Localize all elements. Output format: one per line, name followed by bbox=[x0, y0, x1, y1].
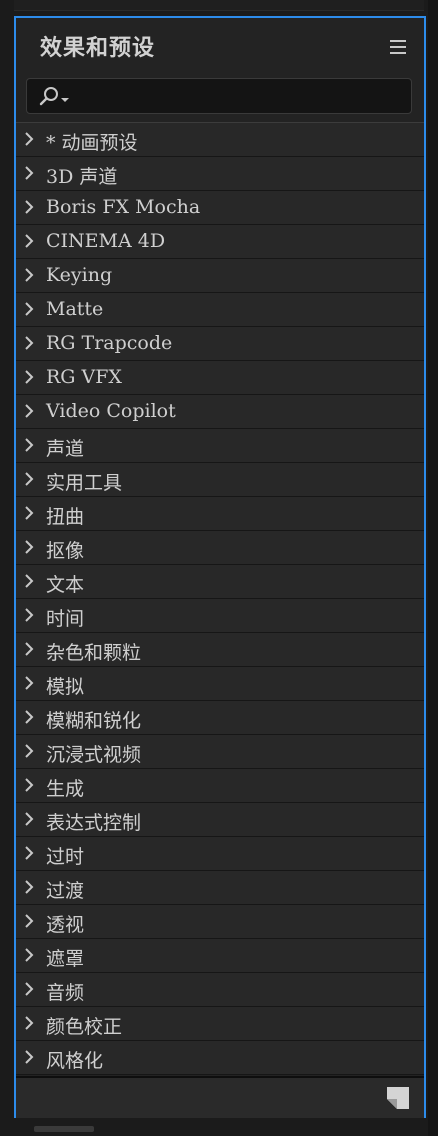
chevron-right-icon[interactable] bbox=[24, 676, 34, 690]
chevron-right-icon[interactable] bbox=[24, 302, 34, 316]
chevron-right-icon[interactable] bbox=[24, 948, 34, 962]
item-label: 扭曲 bbox=[46, 506, 85, 528]
effects-presets-panel: 效果和预设 * 动画预设 3D 声道 Boris FX Mocha CINEMA 4D… bbox=[14, 16, 426, 1118]
list-item[interactable]: 风格化 bbox=[16, 1041, 424, 1075]
hamburger-menu-icon[interactable] bbox=[390, 40, 406, 54]
item-label: Matte bbox=[46, 298, 104, 320]
list-item[interactable]: Boris FX Mocha bbox=[16, 191, 424, 225]
item-label: 声道 bbox=[46, 438, 85, 460]
list-item[interactable]: 过渡 bbox=[16, 871, 424, 905]
chevron-right-icon[interactable] bbox=[24, 880, 34, 894]
panel-title: 效果和预设 bbox=[40, 36, 156, 61]
panel-header: 效果和预设 bbox=[16, 18, 424, 74]
list-item[interactable]: CINEMA 4D bbox=[16, 225, 424, 259]
list-item[interactable]: * 动画预设 bbox=[16, 123, 424, 157]
item-label: 遮罩 bbox=[46, 948, 85, 970]
list-item[interactable]: 颜色校正 bbox=[16, 1007, 424, 1041]
list-item[interactable]: 过时 bbox=[16, 837, 424, 871]
item-label: 抠像 bbox=[46, 540, 85, 562]
chevron-right-icon[interactable] bbox=[24, 200, 34, 214]
list-item[interactable]: 时间 bbox=[16, 599, 424, 633]
list-item[interactable]: 模拟 bbox=[16, 667, 424, 701]
item-label: RG VFX bbox=[46, 366, 122, 388]
list-item[interactable]: 透视 bbox=[16, 905, 424, 939]
search-box[interactable] bbox=[26, 78, 412, 114]
chevron-right-icon[interactable] bbox=[24, 166, 34, 180]
chevron-right-icon[interactable] bbox=[24, 574, 34, 588]
chevron-right-icon[interactable] bbox=[24, 234, 34, 248]
item-label: 杂色和颗粒 bbox=[46, 642, 142, 664]
chevron-right-icon[interactable] bbox=[24, 1016, 34, 1030]
list-item[interactable]: 音频 bbox=[16, 973, 424, 1007]
chevron-right-icon[interactable] bbox=[24, 268, 34, 282]
list-item[interactable]: 扭曲 bbox=[16, 497, 424, 531]
chevron-right-icon[interactable] bbox=[24, 1050, 34, 1064]
chevron-right-icon[interactable] bbox=[24, 472, 34, 486]
chevron-right-icon[interactable] bbox=[24, 608, 34, 622]
item-label: 音频 bbox=[46, 982, 85, 1004]
item-label: * 动画预设 bbox=[46, 132, 138, 154]
item-label: CINEMA 4D bbox=[46, 230, 166, 252]
item-label: 3D 声道 bbox=[46, 166, 118, 188]
chevron-right-icon[interactable] bbox=[24, 812, 34, 826]
list-item[interactable]: 声道 bbox=[16, 429, 424, 463]
chevron-right-icon[interactable] bbox=[24, 744, 34, 758]
chevron-right-icon[interactable] bbox=[24, 370, 34, 384]
list-item[interactable]: 3D 声道 bbox=[16, 157, 424, 191]
chevron-right-icon[interactable] bbox=[24, 982, 34, 996]
right-divider bbox=[428, 0, 438, 1136]
item-label: 模糊和锐化 bbox=[46, 710, 142, 732]
list-item[interactable]: Video Copilot bbox=[16, 395, 424, 429]
item-label: 生成 bbox=[46, 778, 85, 800]
chevron-right-icon[interactable] bbox=[24, 778, 34, 792]
list-item[interactable]: RG Trapcode bbox=[16, 327, 424, 361]
item-label: 时间 bbox=[46, 608, 85, 630]
chevron-right-icon[interactable] bbox=[24, 914, 34, 928]
chevron-right-icon[interactable] bbox=[24, 642, 34, 656]
item-label: 实用工具 bbox=[46, 472, 123, 494]
chevron-right-icon[interactable] bbox=[24, 710, 34, 724]
list-item[interactable]: RG VFX bbox=[16, 361, 424, 395]
item-label: 颜色校正 bbox=[46, 1016, 123, 1038]
list-item[interactable]: 生成 bbox=[16, 769, 424, 803]
top-panel-edge bbox=[14, 0, 424, 11]
new-preset-icon[interactable] bbox=[386, 1086, 410, 1110]
list-item[interactable]: 文本 bbox=[16, 565, 424, 599]
item-label: Video Copilot bbox=[46, 400, 176, 422]
list-item[interactable]: 表达式控制 bbox=[16, 803, 424, 837]
chevron-right-icon[interactable] bbox=[24, 540, 34, 554]
item-label: 文本 bbox=[46, 574, 85, 596]
list-item[interactable]: 遮罩 bbox=[16, 939, 424, 973]
chevron-right-icon[interactable] bbox=[24, 506, 34, 520]
item-label: Keying bbox=[46, 264, 113, 286]
item-label: RG Trapcode bbox=[46, 332, 173, 354]
list-item[interactable]: 沉浸式视频 bbox=[16, 735, 424, 769]
list-item[interactable]: 杂色和颗粒 bbox=[16, 633, 424, 667]
item-label: 透视 bbox=[46, 914, 85, 936]
chevron-right-icon[interactable] bbox=[24, 336, 34, 350]
next-panel-tab bbox=[34, 1126, 94, 1132]
item-label: 过时 bbox=[46, 846, 85, 868]
search-input[interactable] bbox=[79, 83, 403, 111]
item-label: 过渡 bbox=[46, 880, 85, 902]
item-label: Boris FX Mocha bbox=[46, 196, 201, 218]
chevron-right-icon[interactable] bbox=[24, 438, 34, 452]
panel-footer bbox=[16, 1076, 424, 1118]
search-icon[interactable] bbox=[39, 85, 73, 109]
chevron-right-icon[interactable] bbox=[24, 404, 34, 418]
effects-list: * 动画预设 3D 声道 Boris FX Mocha CINEMA 4D Keying… bbox=[16, 122, 424, 1077]
chevron-right-icon[interactable] bbox=[24, 132, 34, 146]
chevron-right-icon[interactable] bbox=[24, 846, 34, 860]
item-label: 表达式控制 bbox=[46, 812, 142, 834]
item-label: 沉浸式视频 bbox=[46, 744, 142, 766]
item-label: 风格化 bbox=[46, 1050, 104, 1072]
list-item[interactable]: Keying bbox=[16, 259, 424, 293]
list-item[interactable]: 模糊和锐化 bbox=[16, 701, 424, 735]
list-item[interactable]: 实用工具 bbox=[16, 463, 424, 497]
list-item[interactable]: Matte bbox=[16, 293, 424, 327]
item-label: 模拟 bbox=[46, 676, 85, 698]
list-item[interactable]: 抠像 bbox=[16, 531, 424, 565]
